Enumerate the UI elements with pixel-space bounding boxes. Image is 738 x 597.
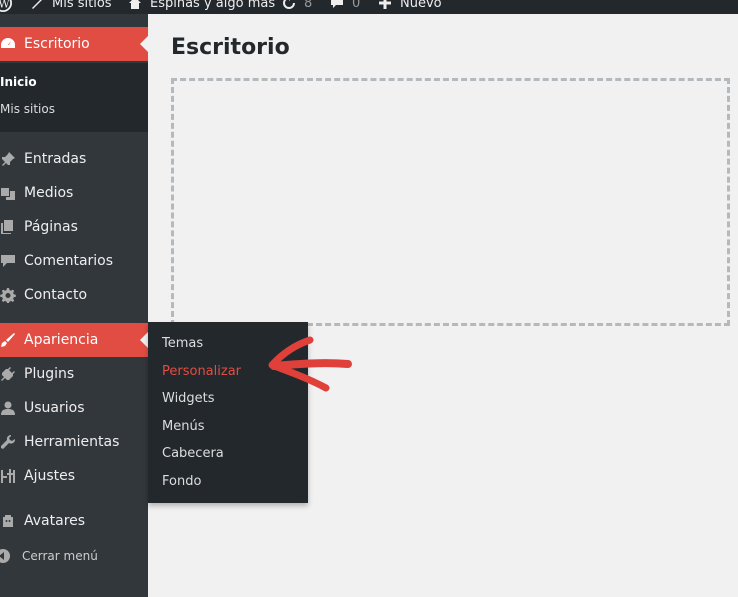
comments-icon: [0, 253, 16, 269]
plus-icon: [379, 0, 391, 9]
user-icon: [0, 400, 16, 416]
flyout-item-menus[interactable]: Menús: [162, 419, 204, 434]
flyout-item-temas[interactable]: Temas: [162, 336, 203, 351]
dashboard-icon: [0, 36, 16, 52]
admin-bar: W Mis sitios Espinas y algo más 8 0 Nuev…: [0, 0, 738, 14]
svg-text:W: W: [0, 0, 11, 11]
menu-label-herramientas: Herramientas: [24, 434, 120, 450]
menu-label-escritorio: Escritorio: [24, 36, 90, 52]
collapse-menu-label: Cerrar menú: [22, 549, 98, 563]
pin-icon: [0, 151, 16, 167]
menu-item-plugins[interactable]: Plugins: [0, 357, 148, 391]
menu-label-comentarios: Comentarios: [24, 253, 114, 269]
menu-label-entradas: Entradas: [24, 151, 87, 167]
submenu-item-mis-sitios[interactable]: Mis sitios: [0, 102, 55, 116]
menu-label-medios: Medios: [24, 185, 74, 201]
flyout-item-fondo[interactable]: Fondo: [162, 474, 201, 489]
site-name-menu[interactable]: Espinas y algo más: [128, 0, 275, 12]
menu-item-paginas[interactable]: Páginas: [0, 210, 148, 244]
gear-icon: [0, 287, 16, 303]
plug-icon: [0, 366, 16, 382]
comments-count: 0: [352, 0, 361, 11]
flyout-item-personalizar[interactable]: Personalizar: [162, 364, 241, 379]
menu-item-avatares[interactable]: Avatares: [0, 504, 148, 538]
brush-icon: [0, 332, 16, 348]
menu-label-ajustes: Ajustes: [24, 468, 76, 484]
menu-item-ajustes[interactable]: Ajustes: [0, 459, 148, 493]
menu-label-usuarios: Usuarios: [24, 400, 85, 416]
wrench-icon: [0, 434, 16, 450]
menu-item-herramientas[interactable]: Herramientas: [0, 425, 148, 459]
wordpress-menu[interactable]: W: [0, 0, 20, 12]
dashboard-widget-drop-area: [171, 78, 730, 326]
pages-icon: [0, 219, 16, 235]
flyout-item-widgets[interactable]: Widgets: [162, 391, 215, 406]
settings-icon: [0, 468, 16, 484]
admin-sidebar: Escritorio Inicio Mis sitios Entradas Me…: [0, 14, 148, 597]
menu-item-entradas[interactable]: Entradas: [0, 142, 148, 176]
collapse-menu-button[interactable]: Cerrar menú: [0, 546, 98, 566]
wordpress-icon: W: [0, 0, 12, 12]
flyout-item-cabecera[interactable]: Cabecera: [162, 446, 224, 461]
comment-bubble-icon: [331, 0, 343, 8]
home-icon: [129, 0, 141, 9]
menu-label-avatares: Avatares: [24, 513, 86, 529]
new-content-menu[interactable]: Nuevo: [378, 0, 442, 12]
avatar-icon: [0, 513, 16, 529]
menu-label-paginas: Páginas: [24, 219, 78, 235]
menu-label-apariencia: Apariencia: [24, 332, 99, 348]
red-arrow-annotation: [268, 336, 352, 392]
media-icon: [0, 185, 16, 201]
menu-item-comentarios[interactable]: Comentarios: [0, 244, 148, 278]
updates-icon: [283, 0, 295, 9]
collapse-arrow-icon: [0, 549, 10, 563]
menu-item-medios[interactable]: Medios: [0, 176, 148, 210]
updates-count: 8: [304, 0, 313, 11]
menu-item-escritorio[interactable]: Escritorio: [0, 27, 148, 61]
menu-item-apariencia[interactable]: Apariencia: [0, 323, 148, 357]
updates-menu[interactable]: 8: [282, 0, 312, 12]
submenu-item-inicio[interactable]: Inicio: [0, 75, 37, 89]
menu-item-usuarios[interactable]: Usuarios: [0, 391, 148, 425]
new-label: Nuevo: [400, 0, 442, 11]
my-sites-label: Mis sitios: [52, 0, 112, 11]
my-sites-menu[interactable]: Mis sitios: [30, 0, 112, 12]
site-name-label: Espinas y algo más: [150, 0, 276, 11]
comments-menu[interactable]: 0: [330, 0, 360, 12]
page-title: Escritorio: [171, 35, 290, 60]
menu-label-contacto: Contacto: [24, 287, 88, 303]
dashboard-submenu: Inicio Mis sitios: [0, 63, 148, 132]
menu-item-contacto[interactable]: Contacto: [0, 278, 148, 312]
menu-label-plugins: Plugins: [24, 366, 75, 382]
sites-icon: [32, 0, 42, 9]
